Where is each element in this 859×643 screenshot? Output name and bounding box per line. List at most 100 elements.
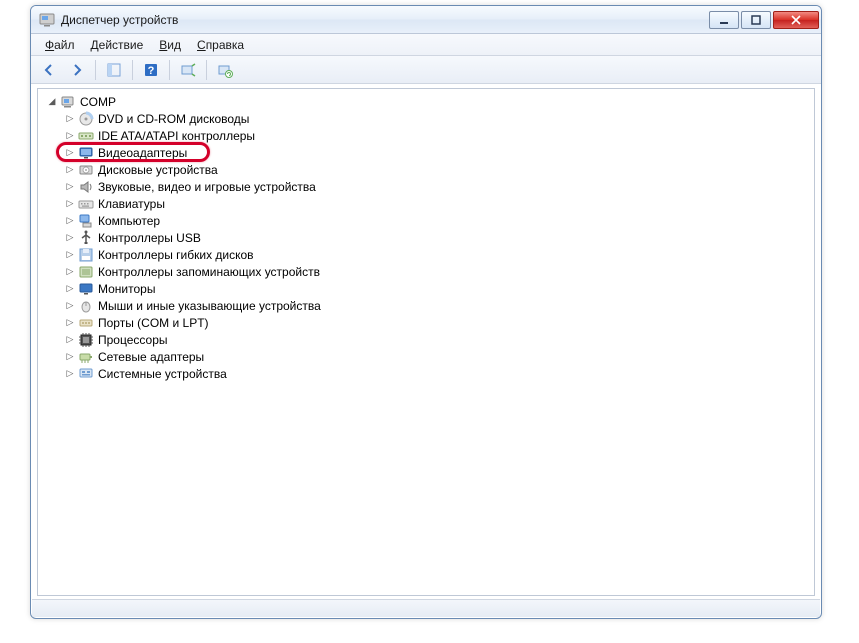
back-button[interactable]: [37, 59, 61, 81]
window-buttons: [709, 11, 819, 29]
tree-category[interactable]: ▷ Дисковые устройства: [40, 161, 812, 178]
menu-action-label: Действие: [91, 38, 144, 52]
computer-icon: [78, 213, 94, 229]
menu-view[interactable]: Вид: [151, 36, 189, 54]
collapse-icon[interactable]: ◢: [46, 96, 58, 108]
mouse-icon: [78, 298, 94, 314]
update-driver-button[interactable]: [213, 59, 237, 81]
tree-category[interactable]: ▷ Видеоадаптеры: [40, 144, 812, 161]
tree-category-label: Сетевые адаптеры: [96, 350, 206, 364]
tree-category-label: Клавиатуры: [96, 197, 167, 211]
tree-category-label: Мыши и иные указывающие устройства: [96, 299, 323, 313]
device-manager-window: Диспетчер устройств ФФайлайл Действие Ви…: [30, 5, 822, 619]
tree-category-label: Видеоадаптеры: [96, 146, 189, 160]
tree-category-label: Контроллеры гибких дисков: [96, 248, 256, 262]
tree-category[interactable]: ▷ Контроллеры запоминающих устройств: [40, 263, 812, 280]
expand-icon[interactable]: ▷: [64, 249, 76, 261]
menubar: ФФайлайл Действие Вид Справка: [31, 34, 821, 56]
network-icon: [78, 349, 94, 365]
tree-category[interactable]: ▷ Порты (COM и LPT): [40, 314, 812, 331]
tree-category-label: Контроллеры запоминающих устройств: [96, 265, 322, 279]
tree-category-label: DVD и CD-ROM дисководы: [96, 112, 251, 126]
toolbar-separator: [169, 60, 170, 80]
audio-icon: [78, 179, 94, 195]
device-tree[interactable]: ◢COMP▷DVD и CD-ROM дисководы▷IDE ATA/ATA…: [38, 89, 814, 386]
tree-category-label: Системные устройства: [96, 367, 229, 381]
display-icon: [78, 145, 94, 161]
tree-category[interactable]: ▷ DVD и CD-ROM дисководы: [40, 110, 812, 127]
tree-category[interactable]: ▷ Компьютер: [40, 212, 812, 229]
minimize-button[interactable]: [709, 11, 739, 29]
expand-icon[interactable]: ▷: [64, 181, 76, 193]
window-title: Диспетчер устройств: [61, 13, 709, 27]
disk-icon: [78, 162, 94, 178]
device-tree-panel: ◢COMP▷DVD и CD-ROM дисководы▷IDE ATA/ATA…: [37, 88, 815, 596]
tree-category-label: Дисковые устройства: [96, 163, 220, 177]
expand-icon[interactable]: ▷: [64, 113, 76, 125]
tree-category-label: Компьютер: [96, 214, 162, 228]
ide-icon: [78, 128, 94, 144]
svg-text:?: ?: [148, 65, 155, 77]
menu-help[interactable]: Справка: [189, 36, 252, 54]
toolbar-separator: [206, 60, 207, 80]
expand-icon[interactable]: ▷: [64, 300, 76, 312]
port-icon: [78, 315, 94, 331]
toolbar: ?: [31, 56, 821, 84]
expand-icon[interactable]: ▷: [64, 266, 76, 278]
expand-icon[interactable]: ▷: [64, 368, 76, 380]
menu-file[interactable]: ФФайлайл: [37, 36, 83, 54]
expand-icon[interactable]: ▷: [64, 334, 76, 346]
computer-icon: [60, 94, 76, 110]
toolbar-separator: [95, 60, 96, 80]
tree-category-label: Процессоры: [96, 333, 170, 347]
monitor-icon: [78, 281, 94, 297]
menu-help-label: Справка: [197, 38, 244, 52]
expand-icon[interactable]: ▷: [64, 317, 76, 329]
expand-icon[interactable]: ▷: [64, 147, 76, 159]
statusbar: [32, 599, 820, 617]
tree-category[interactable]: ▷ Клавиатуры: [40, 195, 812, 212]
cpu-icon: [78, 332, 94, 348]
menu-file-label: ФФайлайл: [45, 38, 75, 52]
tree-root[interactable]: ◢ COMP: [40, 93, 812, 110]
tree-root-label: COMP: [78, 95, 118, 109]
tree-category-label: Контроллеры USB: [96, 231, 203, 245]
tree-category-label: IDE ATA/ATAPI контроллеры: [96, 129, 257, 143]
app-icon: [39, 12, 55, 28]
expand-icon[interactable]: ▷: [64, 164, 76, 176]
expand-icon[interactable]: ▷: [64, 130, 76, 142]
expand-icon[interactable]: ▷: [64, 351, 76, 363]
menu-action[interactable]: Действие: [83, 36, 152, 54]
keyboard-icon: [78, 196, 94, 212]
tree-category[interactable]: ▷ Мониторы: [40, 280, 812, 297]
forward-button[interactable]: [65, 59, 89, 81]
menu-view-label: Вид: [159, 38, 181, 52]
toolbar-separator: [132, 60, 133, 80]
expand-icon[interactable]: ▷: [64, 283, 76, 295]
close-button[interactable]: [773, 11, 819, 29]
expand-icon[interactable]: ▷: [64, 198, 76, 210]
optical-icon: [78, 111, 94, 127]
scan-hardware-button[interactable]: [176, 59, 200, 81]
tree-category[interactable]: ▷ Звуковые, видео и игровые устройства: [40, 178, 812, 195]
system-icon: [78, 366, 94, 382]
titlebar[interactable]: Диспетчер устройств: [31, 6, 821, 34]
show-hide-tree-button[interactable]: [102, 59, 126, 81]
maximize-button[interactable]: [741, 11, 771, 29]
tree-category[interactable]: ▷ Контроллеры USB: [40, 229, 812, 246]
help-button[interactable]: ?: [139, 59, 163, 81]
tree-category-label: Звуковые, видео и игровые устройства: [96, 180, 318, 194]
expand-icon[interactable]: ▷: [64, 232, 76, 244]
tree-category[interactable]: ▷ Процессоры: [40, 331, 812, 348]
tree-category-label: Порты (COM и LPT): [96, 316, 211, 330]
tree-category[interactable]: ▷ Мыши и иные указывающие устройства: [40, 297, 812, 314]
usb-icon: [78, 230, 94, 246]
tree-category[interactable]: ▷ Сетевые адаптеры: [40, 348, 812, 365]
expand-icon[interactable]: ▷: [64, 215, 76, 227]
floppy-icon: [78, 247, 94, 263]
tree-category-label: Мониторы: [96, 282, 157, 296]
storage-icon: [78, 264, 94, 280]
tree-category[interactable]: ▷ Контроллеры гибких дисков: [40, 246, 812, 263]
tree-category[interactable]: ▷ IDE ATA/ATAPI контроллеры: [40, 127, 812, 144]
tree-category[interactable]: ▷ Системные устройства: [40, 365, 812, 382]
